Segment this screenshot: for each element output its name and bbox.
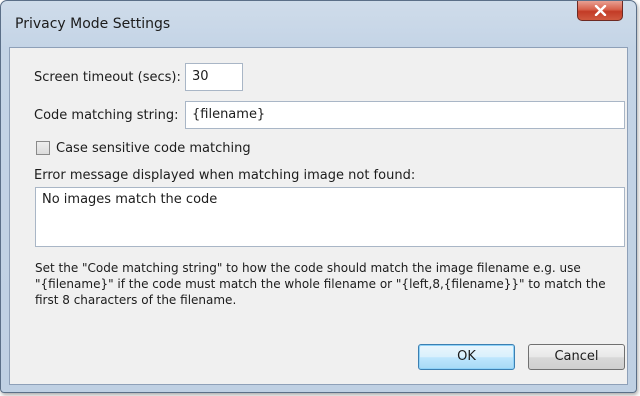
code-matching-input[interactable]: {filename}	[185, 101, 625, 129]
help-line-3: first 8 characters of the filename.	[35, 293, 237, 307]
dialog-window: Privacy Mode Settings Screen timeout (se…	[0, 0, 637, 393]
code-matching-label: Code matching string:	[34, 108, 179, 123]
ok-button[interactable]: OK	[418, 344, 515, 370]
close-button[interactable]	[577, 1, 623, 21]
close-icon	[594, 5, 607, 16]
screen-timeout-label: Screen timeout (secs):	[34, 70, 181, 85]
case-sensitive-label[interactable]: Case sensitive code matching	[56, 141, 251, 156]
screen-timeout-input[interactable]: 30	[185, 63, 243, 91]
window-title: Privacy Mode Settings	[15, 16, 171, 32]
error-message-label: Error message displayed when matching im…	[34, 168, 416, 183]
dialog-content: Screen timeout (secs): 30 Code matching …	[9, 47, 628, 385]
error-message-textarea[interactable]: No images match the code	[35, 187, 625, 247]
help-text: Set the "Code matching string" to how th…	[35, 260, 625, 308]
help-line-1: Set the "Code matching string" to how th…	[35, 261, 581, 275]
case-sensitive-checkbox[interactable]	[36, 141, 50, 155]
help-line-2: "{filename}" if the code must match the …	[35, 277, 606, 291]
cancel-button[interactable]: Cancel	[528, 344, 625, 370]
